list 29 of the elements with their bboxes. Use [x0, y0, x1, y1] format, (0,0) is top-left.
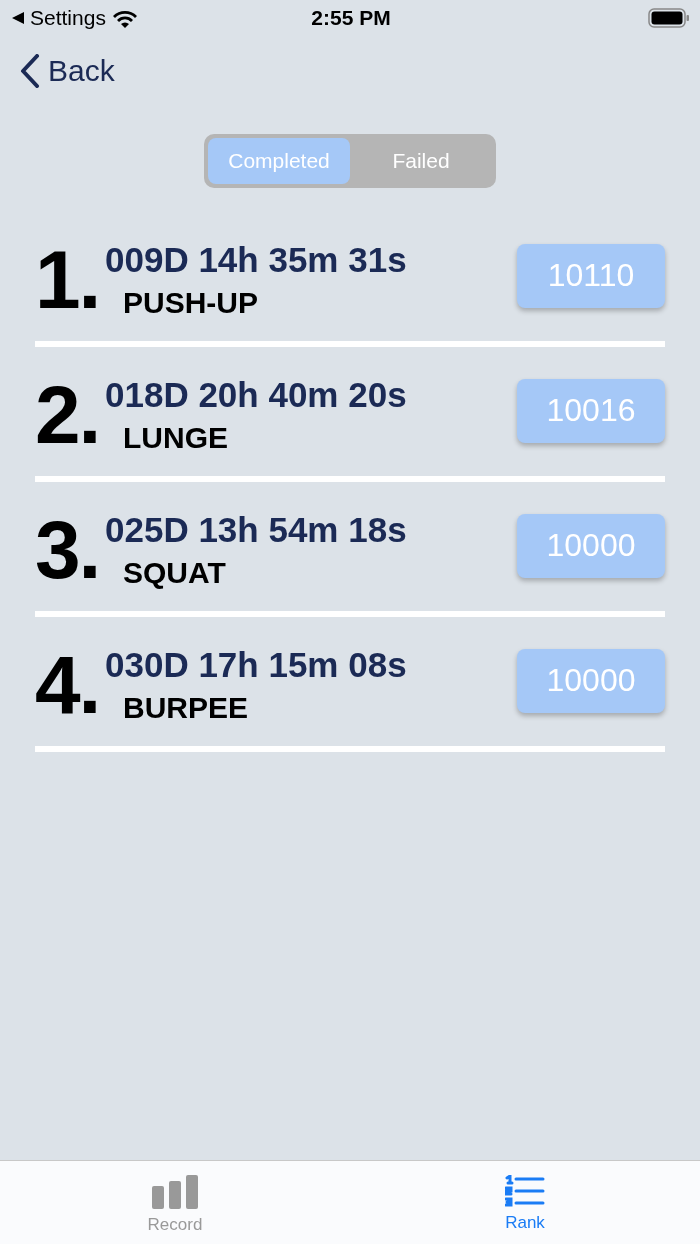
elapsed-time: 030D 17h 15m 08s	[105, 644, 408, 685]
numbered-list-icon	[505, 1175, 545, 1207]
rank-number: 1.	[35, 238, 101, 321]
rank-number: 4.	[35, 643, 101, 726]
elapsed-time: 009D 14h 35m 31s	[105, 239, 408, 280]
back-button[interactable]: Back	[20, 54, 115, 88]
exercise-name: LUNGE	[123, 420, 229, 455]
score-button[interactable]: 10000	[517, 513, 665, 578]
segment-tab[interactable]: Failed	[350, 138, 492, 184]
clock: 2:55 PM	[311, 6, 391, 30]
exercise-name: BURPEE	[123, 690, 250, 725]
score-button[interactable]: 10000	[517, 648, 665, 713]
segment-tab[interactable]: Completed	[208, 138, 350, 184]
bar-chart-icon	[152, 1175, 198, 1209]
back-arrow-icon	[12, 12, 24, 24]
tab-bar-item[interactable]: Rank	[350, 1161, 700, 1244]
battery-icon	[648, 8, 690, 28]
chevron-left-icon	[20, 54, 40, 88]
wifi-icon	[111, 8, 138, 28]
tab-bar-item[interactable]: Record	[0, 1161, 350, 1244]
rank-number: 2.	[35, 373, 101, 456]
score-button[interactable]: 10110	[517, 243, 665, 308]
back-app-label[interactable]: Settings	[30, 6, 106, 30]
exercise-name: PUSH-UP	[123, 285, 259, 320]
exercise-name: SQUAT	[123, 555, 227, 590]
elapsed-time: 025D 13h 54m 18s	[105, 509, 408, 550]
elapsed-time: 018D 20h 40m 20s	[105, 374, 408, 415]
rank-number: 3.	[35, 508, 101, 591]
score-button[interactable]: 10016	[517, 378, 665, 443]
